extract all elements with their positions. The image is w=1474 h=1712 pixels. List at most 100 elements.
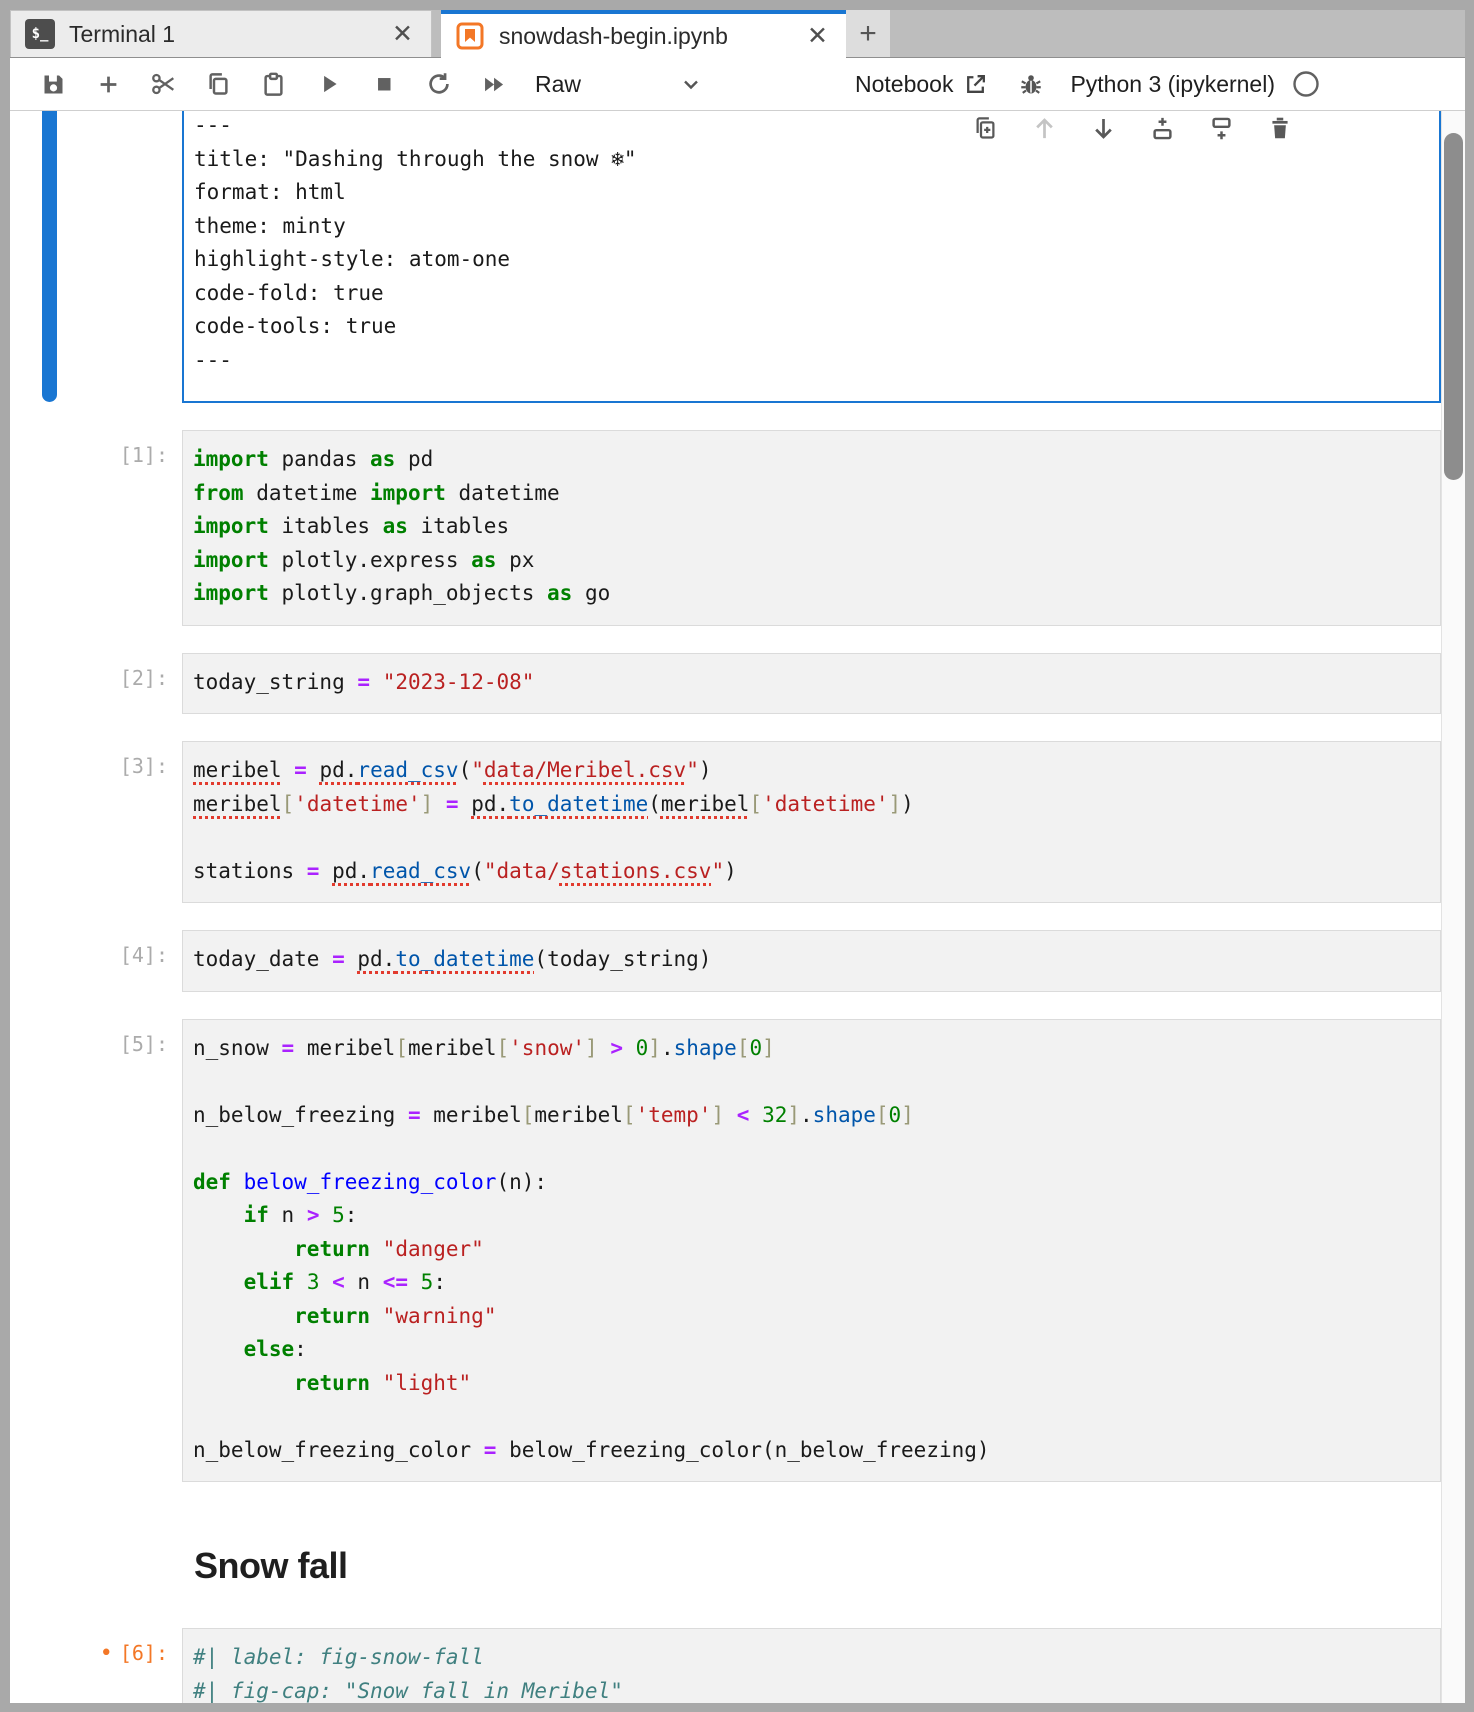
cell-type-value: Raw (535, 71, 581, 98)
cell-editor[interactable]: import pandas as pdfrom datetime import … (182, 430, 1441, 626)
code-line: today_string = "2023-12-08" (193, 666, 1430, 700)
tab-label: snowdash-begin.ipynb (499, 23, 789, 50)
code-line: elif 3 < n <= 5: (193, 1266, 1430, 1300)
tab-label: Terminal 1 (69, 21, 374, 48)
code-line: return "light" (193, 1367, 1430, 1401)
tab-terminal-1[interactable]: $_ Terminal 1 ✕ (10, 10, 432, 57)
code-line: n_below_freezing_color = below_freezing_… (193, 1434, 1430, 1468)
cell-prompt: [2]: (10, 653, 182, 715)
code-line: n_snow = meribel[meribel['snow'] > 0].sh… (193, 1032, 1430, 1066)
delete-cell-icon[interactable] (1267, 115, 1293, 141)
move-cell-down-icon[interactable] (1090, 115, 1117, 142)
cut-cells-button[interactable] (136, 62, 191, 106)
code-line: n_below_freezing = meribel[meribel['temp… (193, 1099, 1430, 1133)
notebook-mode-indicator[interactable]: Notebook (855, 71, 988, 98)
markdown-cell: Snow fall (10, 1509, 1441, 1601)
cell-prompt (10, 1509, 182, 1601)
code-line: from datetime import datetime (193, 477, 1430, 511)
insert-cell-above-icon[interactable] (1149, 115, 1176, 142)
code-line: highlight-style: atom-one (194, 243, 1429, 277)
code-line: meribel['datetime'] = pd.to_datetime(mer… (193, 788, 1430, 822)
notebook-label: Notebook (855, 71, 953, 98)
save-button[interactable] (26, 62, 81, 106)
toolbar-right-group: Notebook Python 3 (ipykernel) (855, 69, 1321, 99)
code-line: else: (193, 1333, 1430, 1367)
cell-editor[interactable]: today_string = "2023-12-08" (182, 653, 1441, 715)
restart-kernel-button[interactable] (411, 62, 466, 106)
code-line: theme: minty (194, 210, 1429, 244)
code-cell: [2]: today_string = "2023-12-08" (10, 653, 1441, 715)
cell-editor[interactable]: n_snow = meribel[meribel['snow'] > 0].sh… (182, 1019, 1441, 1483)
code-line: format: html (194, 176, 1429, 210)
markdown-body[interactable]: Snow fall (182, 1509, 1441, 1601)
scrollbar-thumb[interactable] (1444, 133, 1463, 480)
terminal-icon: $_ (25, 19, 55, 49)
run-cell-button[interactable] (301, 62, 356, 106)
copy-cells-button[interactable] (191, 62, 246, 106)
cell-editor[interactable]: meribel = pd.read_csv("data/Meribel.csv"… (182, 741, 1441, 903)
code-line: #| fig-cap: "Snow fall in Meribel" (193, 1675, 1430, 1704)
cell-prompt: [5]: (10, 1019, 182, 1483)
raw-cell: ---title: "Dashing through the snow ❄"fo… (10, 111, 1441, 403)
cell-prompt: [1]: (10, 430, 182, 626)
section-heading: Snow fall (194, 1545, 1431, 1587)
cell-toolbar (972, 111, 1293, 150)
code-cell: [3]: meribel = pd.read_csv("data/Meribel.… (10, 741, 1441, 903)
close-icon[interactable]: ✕ (388, 22, 417, 47)
code-line: if n > 5: (193, 1199, 1430, 1233)
cell-editor[interactable]: today_date = pd.to_datetime(today_string… (182, 930, 1441, 992)
cell-list: ---title: "Dashing through the snow ❄"fo… (10, 111, 1441, 1703)
code-line: def below_freezing_color(n): (193, 1166, 1430, 1200)
debugger-bug-icon[interactable] (1018, 71, 1044, 97)
move-cell-up-icon[interactable] (1031, 115, 1058, 142)
external-link-icon (963, 72, 988, 97)
vertical-scrollbar[interactable] (1441, 111, 1465, 1703)
code-cell: [4]: today_date = pd.to_datetime(today_st… (10, 930, 1441, 992)
code-cell: [5]: n_snow = meribel[meribel['snow'] > 0… (10, 1019, 1441, 1483)
code-line: code-fold: true (194, 277, 1429, 311)
code-line (193, 1400, 1430, 1434)
cell-editor[interactable]: ---title: "Dashing through the snow ❄"fo… (182, 111, 1441, 403)
insert-cell-button[interactable] (81, 62, 136, 106)
cell-prompt: •[6]: (10, 1628, 182, 1703)
code-line: import pandas as pd (193, 443, 1430, 477)
code-cell: •[6]:#| label: fig-snow-fall#| fig-cap: … (10, 1628, 1441, 1703)
code-line: return "warning" (193, 1300, 1430, 1334)
cell-collapser[interactable] (42, 111, 57, 402)
code-line: stations = pd.read_csv("data/stations.cs… (193, 855, 1430, 889)
code-line (193, 1132, 1430, 1166)
cell-editor[interactable]: #| label: fig-snow-fall#| fig-cap: "Snow… (182, 1628, 1441, 1703)
paste-cells-button[interactable] (246, 62, 301, 106)
interrupt-kernel-button[interactable] (356, 62, 411, 106)
restart-run-all-button[interactable] (466, 62, 521, 106)
code-line: #| label: fig-snow-fall (193, 1641, 1430, 1675)
new-tab-button[interactable]: + (846, 10, 890, 57)
jupyterlab-window: $_ Terminal 1 ✕ snowdash-begin.ipynb ✕ + (10, 10, 1465, 1703)
chevron-down-icon (679, 72, 703, 96)
cell-prompt: [3]: (10, 741, 182, 903)
modified-dot: • (100, 1641, 113, 1666)
code-line: return "danger" (193, 1233, 1430, 1267)
code-line: code-tools: true (194, 310, 1429, 344)
code-line (193, 1065, 1430, 1099)
code-cell: [1]:import pandas as pdfrom datetime imp… (10, 430, 1441, 626)
cell-prompt: [4]: (10, 930, 182, 992)
cell-type-dropdown[interactable]: Raw (535, 71, 703, 98)
notebook-icon (455, 21, 485, 51)
code-line: meribel = pd.read_csv("data/Meribel.csv"… (193, 754, 1430, 788)
dock-tab-bar: $_ Terminal 1 ✕ snowdash-begin.ipynb ✕ + (10, 10, 1465, 58)
insert-cell-below-icon[interactable] (1208, 115, 1235, 142)
close-icon[interactable]: ✕ (803, 24, 832, 49)
notebook-panel: ---title: "Dashing through the snow ❄"fo… (10, 111, 1465, 1703)
code-line: today_date = pd.to_datetime(today_string… (193, 943, 1430, 977)
duplicate-cell-icon[interactable] (972, 115, 999, 142)
code-line: import itables as itables (193, 510, 1430, 544)
code-line: import plotly.express as px (193, 544, 1430, 578)
tab-snowdash-notebook[interactable]: snowdash-begin.ipynb ✕ (441, 10, 846, 58)
cell-prompt (10, 111, 182, 403)
code-line: --- (194, 344, 1429, 378)
code-line (193, 821, 1430, 855)
kernel-indicator[interactable]: Python 3 (ipykernel) (1070, 69, 1321, 99)
notebook-toolbar: Raw Notebook Python 3 (i (10, 58, 1465, 111)
kernel-idle-circle-icon (1291, 69, 1321, 99)
